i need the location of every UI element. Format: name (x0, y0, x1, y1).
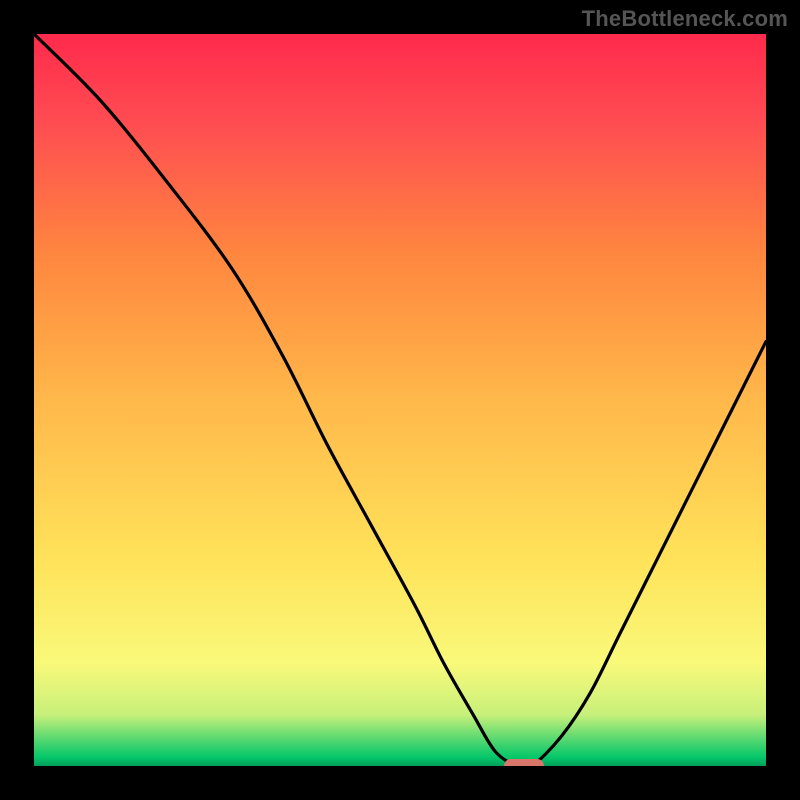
chart-frame: TheBottleneck.com (0, 0, 800, 800)
watermark-text: TheBottleneck.com (582, 6, 788, 32)
optimum-marker (504, 759, 544, 766)
bottleneck-curve (34, 34, 766, 766)
chart-plot-area (34, 34, 766, 766)
curve-layer (34, 34, 766, 766)
